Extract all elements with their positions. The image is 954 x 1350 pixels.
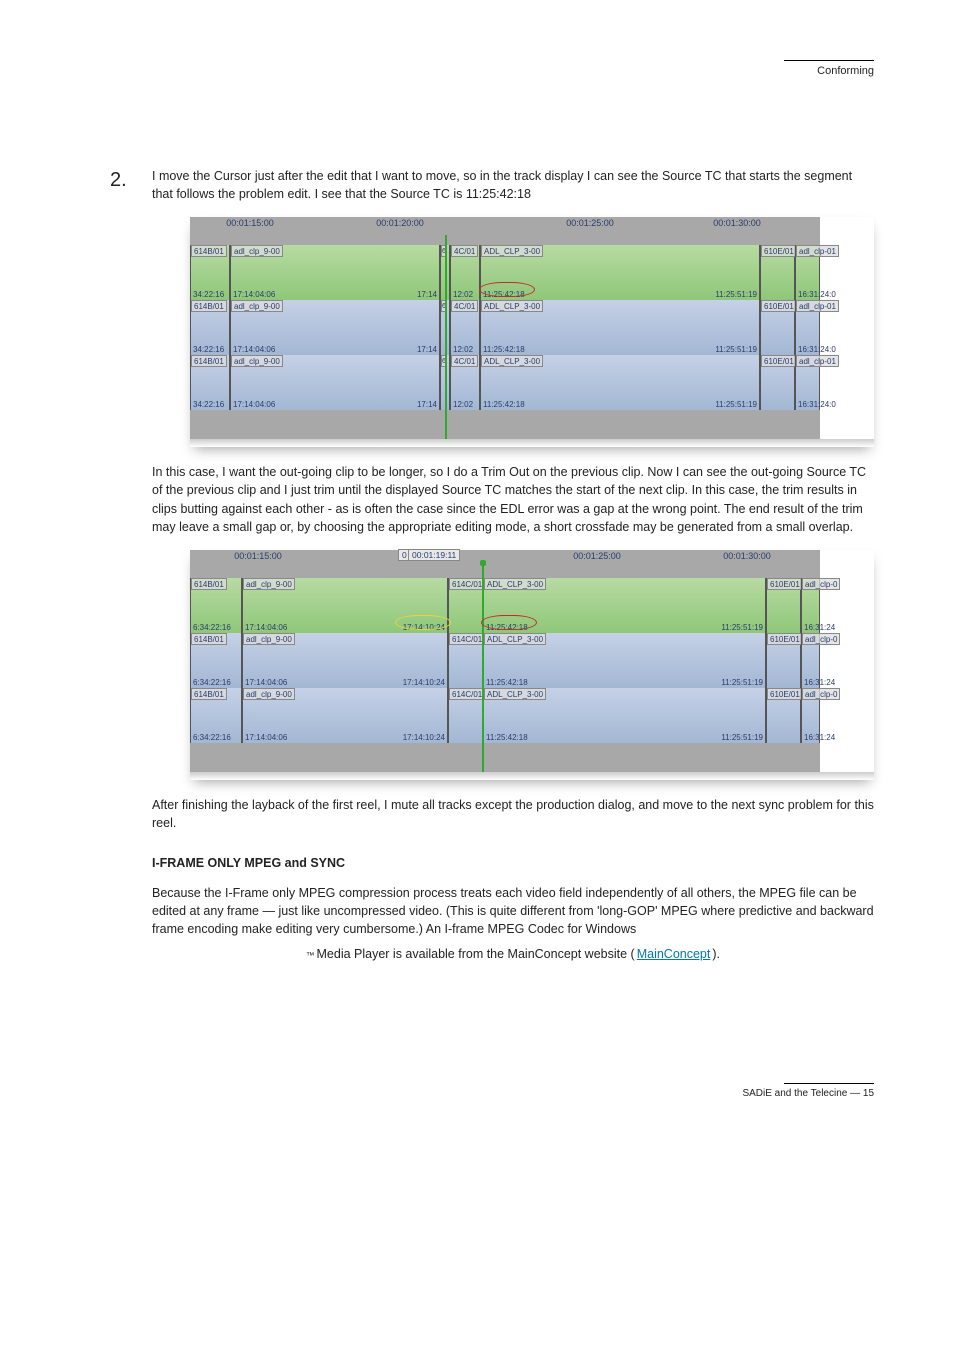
track-row: 614B/01 6:34:22:16 adl_clp_9-00 17:14:04… [190,633,820,688]
playhead[interactable] [482,564,484,772]
section-number: 2. [110,169,127,192]
track-row: 614B/01 34:22:16 adl_clp_9-00 17:14:04:0… [190,245,820,300]
paragraph-1: I move the Cursor just after the edit th… [152,167,874,203]
clip-name: adl_clp-01 [796,245,839,257]
paragraph-4-span: Media Player is available from the MainC… [317,945,635,963]
clip-name: ADL_CLP_3-00 [481,245,543,257]
track-row: 614B/01 6:34:22:16 adl_clp_9-00 17:14:04… [190,688,820,743]
tc-in: 16:31:24:0 [796,290,838,299]
timeline-screenshot-1: 00:01:15:00 00:01:20:00 00:01:25:00 00:0… [190,217,874,447]
clip-name: adl_clp_9-00 [231,245,283,257]
clip-id: 4C/01 [451,245,478,257]
tc-in: 17:14:04:06 [231,290,277,299]
ruler-mark: 00:01:25:00 [566,218,614,228]
tc-out: 17:14 [415,290,439,299]
section-heading: I-FRAME ONLY MPEG and SYNC [152,854,874,872]
footer-rule [784,1083,874,1084]
tc-out: 11:25:51:19 [713,290,759,299]
ruler-mark: 00:01:15:00 [234,551,282,561]
ruler-mark: 00:01:30:00 [713,218,761,228]
time-ruler: 00:01:15:00 00:01:25:00 00:01:30:00 0 00… [190,550,820,570]
trademark-icon: ™ [306,949,315,961]
page-header: Conforming [110,65,874,77]
track-row: 614B/01 6:34:22:16 adl_clp_9-00 17:14:04… [190,578,820,633]
tc-out: 34:22:16 [191,290,226,299]
page-footer: SADiE and the Telecine — 15 [110,1088,874,1099]
paragraph-4: Because the I-Frame only MPEG compressio… [152,884,874,938]
clip-id: 614B/01 [191,300,227,312]
ruler-mark: 00:01:15:00 [226,218,274,228]
timeline-screenshot-2: 00:01:15:00 00:01:25:00 00:01:30:00 0 00… [190,550,874,780]
clip-name: adl_clp_9-00 [231,300,283,312]
tc-in: 12:02 [451,290,475,299]
paragraph-3: After finishing the layback of the first… [152,796,874,832]
clip-id: 610E/01 [761,245,797,257]
playhead[interactable] [445,235,447,439]
track-row: 614B/01 34:22:16 adl_clp_9-00 17:14:04:0… [190,355,820,410]
ruler-mark: 00:01:20:00 [376,218,424,228]
paragraph-4a: Because the I-Frame only MPEG compressio… [152,886,874,936]
ruler-mark: 00:01:30:00 [723,551,771,561]
tc-in: 11:25:42:18 [481,290,527,299]
cursor-tooltip: 00:01:19:11 [408,549,460,561]
track-row: 614B/01 34:22:16 adl_clp_9-00 17:14:04:0… [190,300,820,355]
header-rule [784,60,874,61]
clip-id: 614B/01 [191,245,227,257]
mainconcept-link[interactable]: MainConcept [637,945,711,963]
paragraph-2: In this case, I want the out-going clip … [152,463,874,536]
ruler-mark: 00:01:25:00 [573,551,621,561]
time-ruler: 00:01:15:00 00:01:20:00 00:01:25:00 00:0… [190,217,820,237]
paragraph-4b: ). [712,945,720,963]
